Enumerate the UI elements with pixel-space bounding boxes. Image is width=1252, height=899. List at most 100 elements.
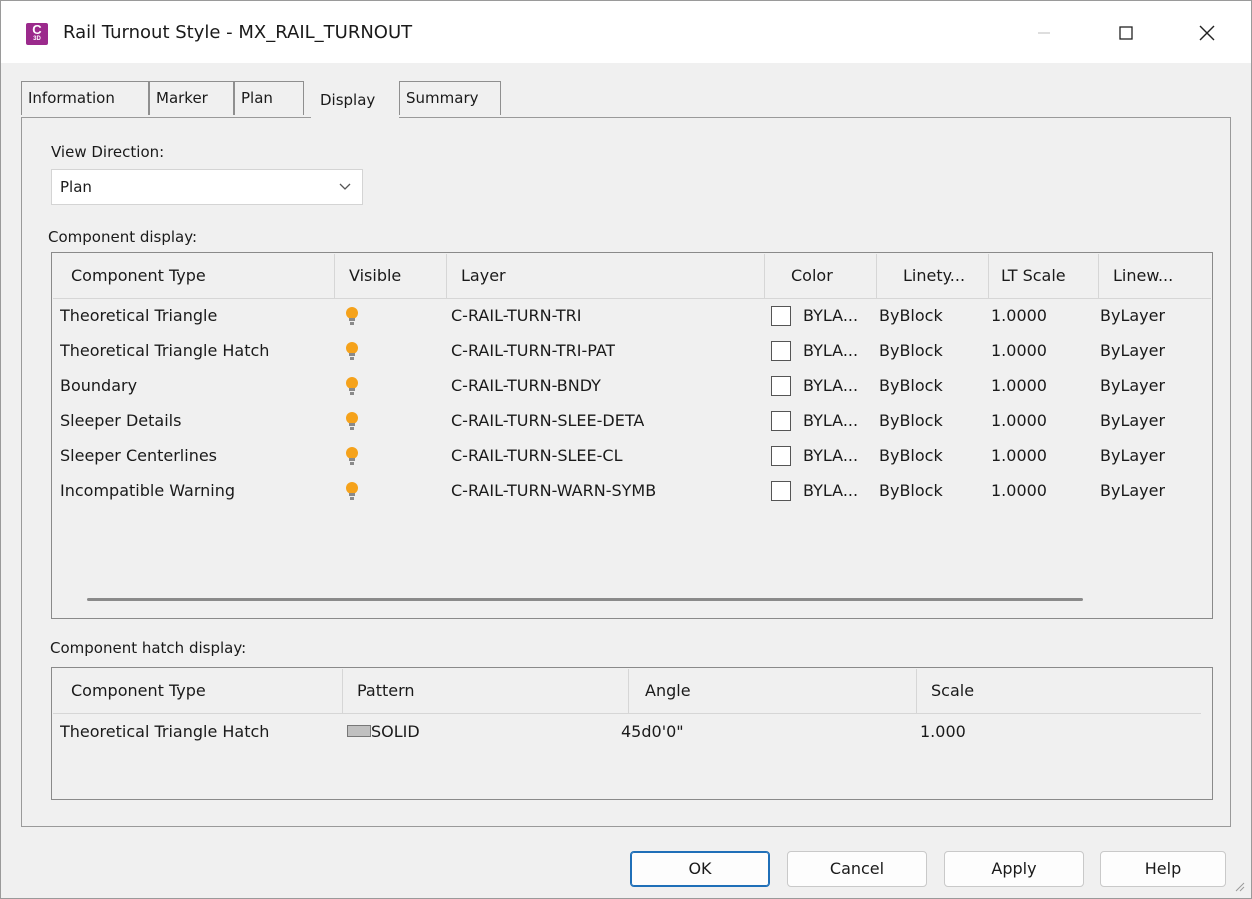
- cell-scale[interactable]: 1.000: [920, 714, 966, 749]
- cell-lineweight[interactable]: ByLayer: [1100, 368, 1165, 403]
- cell-layer[interactable]: C-RAIL-TURN-TRI: [451, 298, 582, 333]
- cell-lineweight[interactable]: ByLayer: [1100, 473, 1165, 508]
- cell-color[interactable]: BYLA...: [803, 368, 858, 403]
- maximize-icon: [1119, 26, 1133, 40]
- close-button[interactable]: [1184, 13, 1230, 53]
- color-swatch[interactable]: [771, 306, 791, 326]
- column-header-angle[interactable]: Angle: [629, 669, 917, 713]
- hatch-grid-header: Component Type Pattern Angle Scale: [53, 669, 1201, 714]
- close-icon: [1199, 25, 1215, 41]
- table-row[interactable]: Theoretical Triangle Hatch C-RAIL-TURN-T…: [53, 333, 1211, 368]
- cell-linetype[interactable]: ByBlock: [879, 473, 943, 508]
- color-swatch[interactable]: [771, 446, 791, 466]
- cell-pattern[interactable]: SOLID: [371, 714, 420, 749]
- component-hatch-display-label: Component hatch display:: [50, 639, 247, 657]
- cell-lineweight[interactable]: ByLayer: [1100, 403, 1165, 438]
- tab-plan[interactable]: Plan: [234, 81, 304, 115]
- cell-color[interactable]: BYLA...: [803, 403, 858, 438]
- table-row[interactable]: Incompatible Warning C-RAIL-TURN-WARN-SY…: [53, 473, 1211, 508]
- cell-layer[interactable]: C-RAIL-TURN-WARN-SYMB: [451, 473, 656, 508]
- view-direction-dropdown[interactable]: Plan: [51, 169, 363, 205]
- column-header-linetype[interactable]: Linety...: [877, 254, 989, 298]
- maximize-button[interactable]: [1103, 13, 1149, 53]
- cell-component-type: Sleeper Details: [60, 411, 182, 430]
- cell-linetype[interactable]: ByBlock: [879, 438, 943, 473]
- table-row[interactable]: Sleeper Centerlines C-RAIL-TURN-SLEE-CL …: [53, 438, 1211, 473]
- component-display-label: Component display:: [48, 228, 198, 246]
- cell-layer[interactable]: C-RAIL-TURN-BNDY: [451, 368, 601, 403]
- cell-color[interactable]: BYLA...: [803, 298, 858, 333]
- apply-button[interactable]: Apply: [944, 851, 1084, 887]
- column-header-visible[interactable]: Visible: [335, 254, 447, 298]
- lightbulb-on-icon[interactable]: [345, 306, 359, 328]
- cell-lineweight[interactable]: ByLayer: [1100, 438, 1165, 473]
- cell-color[interactable]: BYLA...: [803, 333, 858, 368]
- cell-component-type: Sleeper Centerlines: [60, 446, 218, 465]
- minimize-icon: [1038, 32, 1050, 34]
- cell-lt-scale[interactable]: 1.0000: [991, 368, 1047, 403]
- cell-color[interactable]: BYLA...: [803, 473, 858, 508]
- cancel-button[interactable]: Cancel: [787, 851, 927, 887]
- cell-lt-scale[interactable]: 1.0000: [991, 333, 1047, 368]
- column-header-pattern[interactable]: Pattern: [343, 669, 629, 713]
- cell-linetype[interactable]: ByBlock: [879, 403, 943, 438]
- color-swatch[interactable]: [771, 376, 791, 396]
- tab-information[interactable]: Information: [21, 81, 149, 115]
- cell-layer[interactable]: C-RAIL-TURN-TRI-PAT: [451, 333, 615, 368]
- minimize-button[interactable]: [1021, 13, 1067, 53]
- component-display-grid: Component Type Visible Layer Color Linet…: [51, 252, 1213, 619]
- column-header-lineweight[interactable]: Linew...: [1099, 254, 1211, 298]
- cell-linetype[interactable]: ByBlock: [879, 298, 943, 333]
- help-button[interactable]: Help: [1100, 851, 1226, 887]
- column-header-component-type[interactable]: Component Type: [53, 669, 343, 713]
- ok-button[interactable]: OK: [630, 851, 770, 887]
- view-direction-value: Plan: [60, 178, 92, 196]
- column-header-scale[interactable]: Scale: [917, 669, 1201, 713]
- dialog-window: C 3D Rail Turnout Style - MX_RAIL_TURNOU…: [0, 0, 1252, 899]
- cell-lt-scale[interactable]: 1.0000: [991, 298, 1047, 333]
- column-header-component-type[interactable]: Component Type: [53, 254, 335, 298]
- cell-component-type: Theoretical Triangle Hatch: [60, 722, 270, 741]
- horizontal-scrollbar[interactable]: [87, 598, 1083, 601]
- resize-grip-icon[interactable]: [1235, 882, 1245, 892]
- cell-component-type: Incompatible Warning: [60, 481, 236, 500]
- cell-component-type: Theoretical Triangle Hatch: [60, 341, 270, 360]
- component-display-header: Component Type Visible Layer Color Linet…: [53, 254, 1211, 299]
- civil3d-app-icon: C 3D: [26, 23, 48, 45]
- lightbulb-on-icon[interactable]: [345, 376, 359, 398]
- cell-linetype[interactable]: ByBlock: [879, 368, 943, 403]
- chevron-down-icon: [338, 170, 352, 216]
- cell-linetype[interactable]: ByBlock: [879, 333, 943, 368]
- color-swatch[interactable]: [771, 341, 791, 361]
- column-header-color[interactable]: Color: [765, 254, 877, 298]
- window-title: Rail Turnout Style - MX_RAIL_TURNOUT: [63, 22, 413, 43]
- color-swatch[interactable]: [771, 481, 791, 501]
- lightbulb-on-icon[interactable]: [345, 411, 359, 433]
- color-swatch[interactable]: [771, 411, 791, 431]
- cell-layer[interactable]: C-RAIL-TURN-SLEE-DETA: [451, 403, 644, 438]
- cell-lineweight[interactable]: ByLayer: [1100, 333, 1165, 368]
- cell-color[interactable]: BYLA...: [803, 438, 858, 473]
- cell-component-type: Theoretical Triangle: [60, 306, 218, 325]
- table-row[interactable]: Boundary C-RAIL-TURN-BNDY BYLA... ByBloc…: [53, 368, 1211, 403]
- tab-marker[interactable]: Marker: [149, 81, 234, 115]
- cell-lt-scale[interactable]: 1.0000: [991, 438, 1047, 473]
- table-row[interactable]: Theoretical Triangle C-RAIL-TURN-TRI BYL…: [53, 298, 1211, 333]
- cell-lt-scale[interactable]: 1.0000: [991, 473, 1047, 508]
- component-hatch-grid: Component Type Pattern Angle Scale Theor…: [51, 667, 1213, 800]
- cell-lineweight[interactable]: ByLayer: [1100, 298, 1165, 333]
- tab-display[interactable]: Display: [311, 77, 399, 118]
- table-row[interactable]: Theoretical Triangle Hatch SOLID 45d0'0"…: [53, 714, 1201, 749]
- cell-angle[interactable]: 45d0'0": [621, 714, 684, 749]
- table-row[interactable]: Sleeper Details C-RAIL-TURN-SLEE-DETA BY…: [53, 403, 1211, 438]
- title-bar[interactable]: C 3D Rail Turnout Style - MX_RAIL_TURNOU…: [1, 1, 1251, 63]
- cell-layer[interactable]: C-RAIL-TURN-SLEE-CL: [451, 438, 623, 473]
- lightbulb-on-icon[interactable]: [345, 446, 359, 468]
- lightbulb-on-icon[interactable]: [345, 341, 359, 363]
- cell-lt-scale[interactable]: 1.0000: [991, 403, 1047, 438]
- column-header-lt-scale[interactable]: LT Scale: [989, 254, 1099, 298]
- lightbulb-on-icon[interactable]: [345, 481, 359, 503]
- pattern-swatch[interactable]: [347, 725, 371, 737]
- column-header-layer[interactable]: Layer: [447, 254, 765, 298]
- tab-summary[interactable]: Summary: [399, 81, 501, 115]
